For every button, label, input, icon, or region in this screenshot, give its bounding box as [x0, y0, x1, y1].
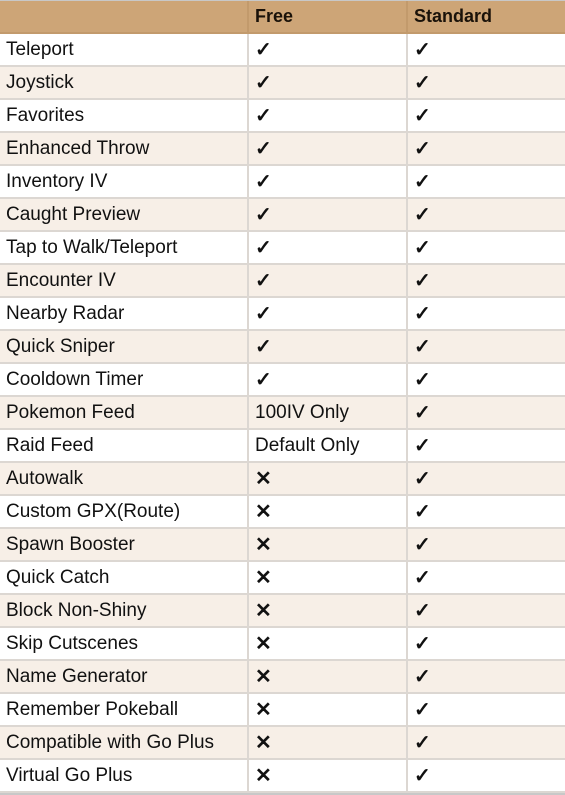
table-row: Enhanced Throw ✓ ✓ — [0, 131, 565, 166]
cross-icon: ✕ — [247, 659, 408, 694]
table-row: Cooldown Timer ✓ ✓ — [0, 362, 565, 397]
table-row: Autowalk ✕ ✓ — [0, 461, 565, 496]
table-row: Name Generator ✕ ✓ — [0, 659, 565, 694]
feature-cell: Custom GPX(Route) — [0, 494, 249, 529]
check-icon: ✓ — [406, 395, 565, 430]
cross-icon: ✕ — [247, 725, 408, 760]
free-cell: 100IV Only — [247, 395, 408, 430]
check-icon: ✓ — [247, 164, 408, 199]
table-row: Quick Catch ✕ ✓ — [0, 560, 565, 595]
feature-cell: Spawn Booster — [0, 527, 249, 562]
check-icon: ✓ — [406, 560, 565, 595]
feature-comparison-table: Free Standard Teleport ✓ ✓ Joystick ✓ ✓ Favori… — [0, 1, 565, 793]
feature-cell: Caught Preview — [0, 197, 249, 232]
feature-cell: Inventory IV — [0, 164, 249, 199]
check-icon: ✓ — [406, 593, 565, 628]
table-row: Nearby Radar ✓ ✓ — [0, 296, 565, 331]
table-row: Pokemon Feed 100IV Only ✓ — [0, 395, 565, 430]
check-icon: ✓ — [247, 197, 408, 232]
feature-cell: Cooldown Timer — [0, 362, 249, 397]
check-icon: ✓ — [247, 65, 408, 100]
feature-cell: Encounter IV — [0, 263, 249, 298]
feature-cell: Compatible with Go Plus — [0, 725, 249, 760]
cross-icon: ✕ — [247, 494, 408, 529]
check-icon: ✓ — [406, 230, 565, 265]
feature-cell: Name Generator — [0, 659, 249, 694]
cross-icon: ✕ — [247, 593, 408, 628]
table-row: Teleport ✓ ✓ — [0, 32, 565, 67]
check-icon: ✓ — [406, 164, 565, 199]
table-row: Encounter IV ✓ ✓ — [0, 263, 565, 298]
table-row: Caught Preview ✓ ✓ — [0, 197, 565, 232]
table-row: Remember Pokeball ✕ ✓ — [0, 692, 565, 727]
table-row: Tap to Walk/Teleport ✓ ✓ — [0, 230, 565, 265]
feature-cell: Raid Feed — [0, 428, 249, 463]
check-icon: ✓ — [247, 263, 408, 298]
table-row: Joystick ✓ ✓ — [0, 65, 565, 100]
feature-cell: Remember Pokeball — [0, 692, 249, 727]
check-icon: ✓ — [247, 131, 408, 166]
check-icon: ✓ — [406, 494, 565, 529]
feature-cell: Block Non-Shiny — [0, 593, 249, 628]
check-icon: ✓ — [247, 230, 408, 265]
feature-cell: Joystick — [0, 65, 249, 100]
table-row: Virtual Go Plus ✕ ✓ — [0, 758, 565, 793]
feature-cell: Favorites — [0, 98, 249, 133]
feature-cell: Autowalk — [0, 461, 249, 496]
check-icon: ✓ — [247, 32, 408, 67]
feature-cell: Skip Cutscenes — [0, 626, 249, 661]
header-row: Free Standard — [0, 1, 565, 34]
cross-icon: ✕ — [247, 527, 408, 562]
check-icon: ✓ — [406, 65, 565, 100]
feature-cell: Quick Catch — [0, 560, 249, 595]
check-icon: ✓ — [247, 296, 408, 331]
table-row: Spawn Booster ✕ ✓ — [0, 527, 565, 562]
check-icon: ✓ — [406, 98, 565, 133]
check-icon: ✓ — [406, 362, 565, 397]
cross-icon: ✕ — [247, 692, 408, 727]
cross-icon: ✕ — [247, 560, 408, 595]
feature-cell: Virtual Go Plus — [0, 758, 249, 793]
check-icon: ✓ — [406, 131, 565, 166]
check-icon: ✓ — [406, 626, 565, 661]
table-row: Raid Feed Default Only ✓ — [0, 428, 565, 463]
feature-cell: Teleport — [0, 32, 249, 67]
table-row: Skip Cutscenes ✕ ✓ — [0, 626, 565, 661]
check-icon: ✓ — [406, 461, 565, 496]
check-icon: ✓ — [406, 32, 565, 67]
check-icon: ✓ — [406, 527, 565, 562]
check-icon: ✓ — [247, 362, 408, 397]
check-icon: ✓ — [406, 428, 565, 463]
check-icon: ✓ — [406, 758, 565, 793]
check-icon: ✓ — [406, 725, 565, 760]
table-row: Compatible with Go Plus ✕ ✓ — [0, 725, 565, 760]
check-icon: ✓ — [406, 197, 565, 232]
header-standard: Standard — [406, 1, 565, 34]
check-icon: ✓ — [406, 263, 565, 298]
table-row: Inventory IV ✓ ✓ — [0, 164, 565, 199]
cross-icon: ✕ — [247, 758, 408, 793]
table-row: Custom GPX(Route) ✕ ✓ — [0, 494, 565, 529]
free-cell: Default Only — [247, 428, 408, 463]
check-icon: ✓ — [406, 692, 565, 727]
table-row: Block Non-Shiny ✕ ✓ — [0, 593, 565, 628]
check-icon: ✓ — [406, 329, 565, 364]
table-row: Quick Sniper ✓ ✓ — [0, 329, 565, 364]
table-row: Favorites ✓ ✓ — [0, 98, 565, 133]
check-icon: ✓ — [247, 329, 408, 364]
feature-cell: Enhanced Throw — [0, 131, 249, 166]
check-icon: ✓ — [406, 296, 565, 331]
feature-cell: Pokemon Feed — [0, 395, 249, 430]
header-free: Free — [247, 1, 408, 34]
cross-icon: ✕ — [247, 461, 408, 496]
check-icon: ✓ — [406, 659, 565, 694]
feature-cell: Quick Sniper — [0, 329, 249, 364]
cross-icon: ✕ — [247, 626, 408, 661]
header-feature — [0, 1, 249, 34]
feature-cell: Tap to Walk/Teleport — [0, 230, 249, 265]
check-icon: ✓ — [247, 98, 408, 133]
feature-cell: Nearby Radar — [0, 296, 249, 331]
